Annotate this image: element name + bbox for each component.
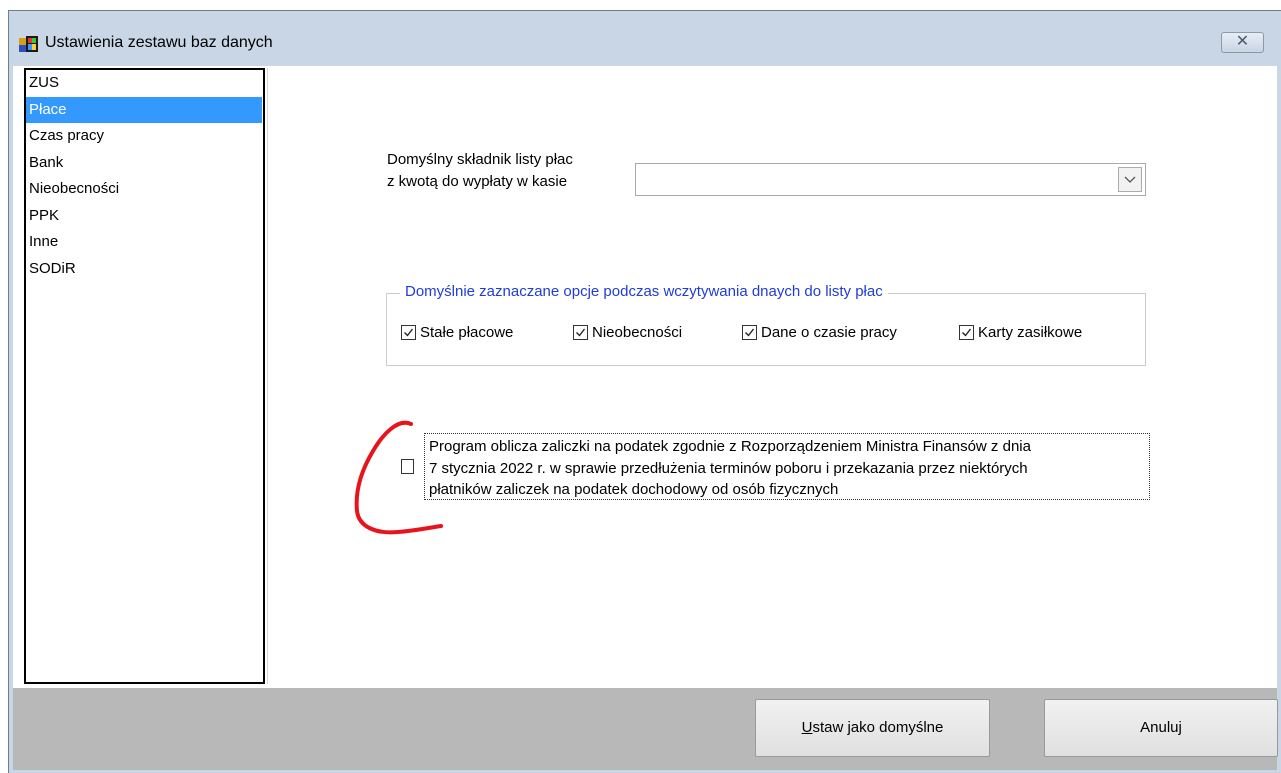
category-item-zus[interactable]: ZUS bbox=[26, 70, 263, 97]
button-panel: Ustaw jako domyślne Anuluj bbox=[13, 688, 1278, 770]
default-component-dropdown[interactable] bbox=[635, 163, 1146, 196]
option-nieobecnosci-label: Nieobecności bbox=[592, 324, 683, 341]
divider bbox=[267, 68, 268, 684]
settings-dialog: Ustawienia zestawu baz danych ✕ ZUS Płac… bbox=[8, 10, 1281, 773]
tax-regulation-line3: płatników zaliczek na podatek dochodowy … bbox=[429, 481, 839, 498]
checkmark-icon bbox=[745, 328, 755, 337]
category-item-nieobecnosci[interactable]: Nieobecności bbox=[26, 176, 263, 203]
option-stale-placowe-label: Stałe płacowe bbox=[420, 324, 514, 341]
window-title: Ustawienia zestawu baz danych bbox=[45, 34, 273, 51]
set-as-default-label: staw jako domyślne bbox=[812, 719, 944, 736]
dropdown-button[interactable] bbox=[1118, 167, 1142, 192]
checkmark-icon bbox=[962, 328, 972, 337]
chevron-down-icon bbox=[1124, 176, 1136, 183]
checkmark-icon bbox=[576, 328, 586, 337]
option-karty-zasilkowe[interactable]: Karty zasiłkowe bbox=[959, 324, 1082, 341]
option-nieobecnosci-checkbox[interactable] bbox=[573, 325, 588, 340]
set-as-default-mnemonic: U bbox=[801, 719, 813, 736]
option-dane-o-czasie-pracy-checkbox[interactable] bbox=[742, 325, 757, 340]
category-item-place[interactable]: Płace bbox=[26, 96, 262, 123]
tax-regulation-line1: Program oblicza zaliczki na podatek zgod… bbox=[429, 438, 1031, 455]
import-options-title: Domyślnie zaznaczane opcje podczas wczyt… bbox=[400, 283, 888, 300]
dialog-client-area: ZUS Płace Czas pracy Bank Nieobecności P… bbox=[13, 66, 1278, 770]
tax-regulation-checkbox[interactable] bbox=[401, 459, 414, 474]
category-item-bank[interactable]: Bank bbox=[26, 150, 263, 177]
option-dane-o-czasie-pracy-label: Dane o czasie pracy bbox=[761, 324, 897, 341]
default-component-label-line2: z kwotą do wypłaty w kasie bbox=[387, 173, 568, 190]
option-karty-zasilkowe-checkbox[interactable] bbox=[959, 325, 974, 340]
close-button[interactable]: ✕ bbox=[1221, 32, 1264, 53]
category-item-czas-pracy[interactable]: Czas pracy bbox=[26, 123, 263, 150]
category-item-sodir[interactable]: SODiR bbox=[26, 256, 263, 283]
title-bar: Ustawienia zestawu baz danych ✕ bbox=[9, 11, 1281, 65]
close-icon: ✕ bbox=[1235, 33, 1250, 50]
cancel-button[interactable]: Anuluj bbox=[1044, 699, 1278, 757]
checkmark-icon bbox=[404, 328, 414, 337]
option-karty-zasilkowe-label: Karty zasiłkowe bbox=[978, 324, 1083, 341]
category-item-inne[interactable]: Inne bbox=[26, 229, 263, 256]
import-options-group: Domyślnie zaznaczane opcje podczas wczyt… bbox=[386, 283, 1146, 366]
default-component-label: Domyślny składnik listy płac z kwotą do … bbox=[387, 149, 573, 193]
app-icon bbox=[19, 36, 38, 52]
default-component-label-line1: Domyślny składnik listy płac bbox=[387, 151, 573, 168]
tax-regulation-label[interactable]: Program oblicza zaliczki na podatek zgod… bbox=[424, 433, 1150, 500]
option-stale-placowe[interactable]: Stałe płacowe bbox=[401, 324, 513, 341]
category-list[interactable]: ZUS Płace Czas pracy Bank Nieobecności P… bbox=[24, 68, 265, 684]
option-dane-o-czasie-pracy[interactable]: Dane o czasie pracy bbox=[742, 324, 897, 341]
set-as-default-button[interactable]: Ustaw jako domyślne bbox=[755, 699, 990, 757]
option-nieobecnosci[interactable]: Nieobecności bbox=[573, 324, 682, 341]
category-item-ppk[interactable]: PPK bbox=[26, 203, 263, 230]
tax-regulation-line2: 7 stycznia 2022 r. w sprawie przedłużeni… bbox=[429, 459, 1028, 477]
option-stale-placowe-checkbox[interactable] bbox=[401, 325, 416, 340]
